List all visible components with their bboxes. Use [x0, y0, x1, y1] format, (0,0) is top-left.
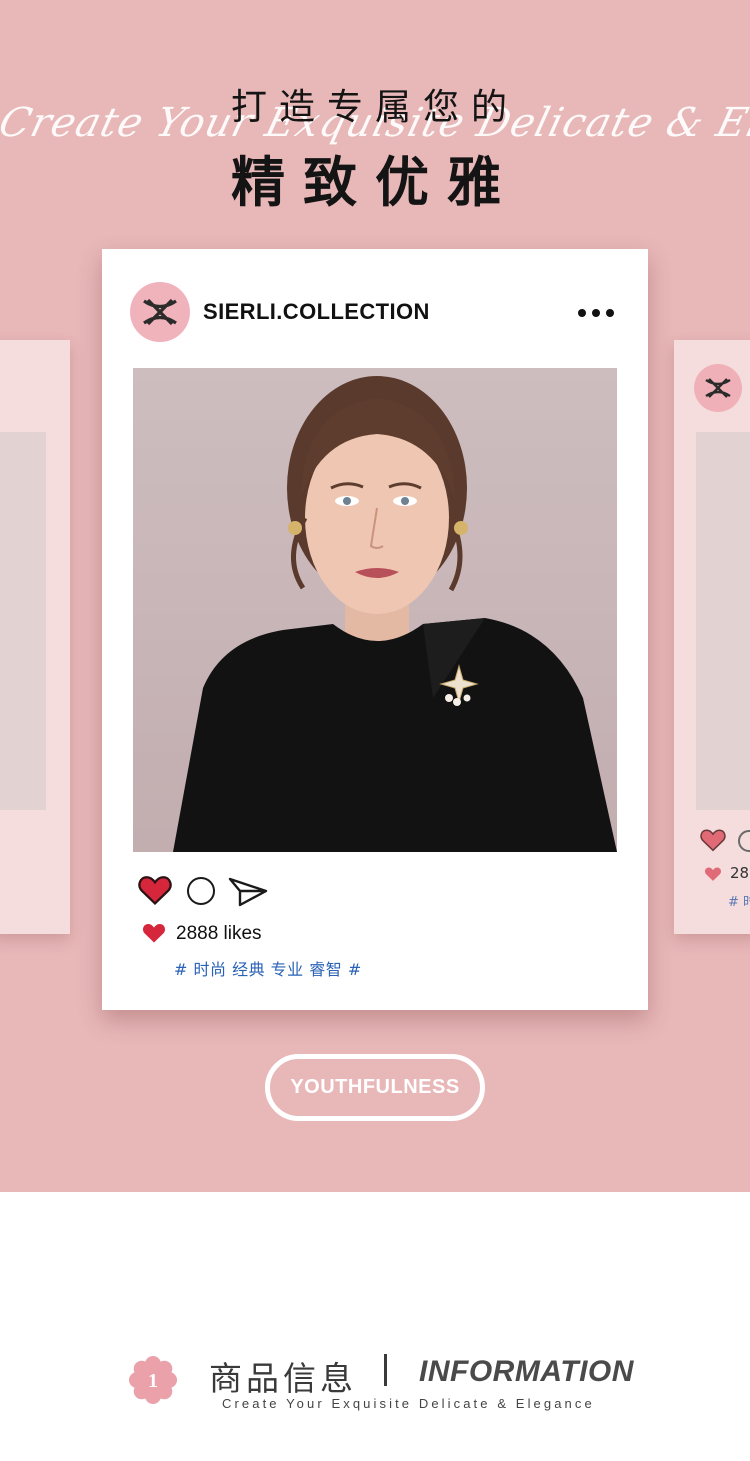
info-divider — [384, 1354, 387, 1386]
info-title-en: INFORMATION — [419, 1355, 634, 1388]
model-portrait-image — [173, 376, 617, 852]
heart-icon — [700, 829, 726, 852]
side-post-likes: 288 — [730, 864, 750, 882]
heart-icon — [142, 924, 166, 943]
hero-section: Create Your Exquisite Delicate & Eleganc… — [0, 0, 750, 1192]
avatar[interactable] — [130, 282, 190, 342]
side-post-hashtags: # 时 — [728, 895, 750, 910]
account-name[interactable]: SIERLI.COLLECTION — [203, 299, 430, 325]
info-title-cn: 商品信息 — [209, 1359, 357, 1398]
brand-monogram-icon — [705, 378, 731, 398]
section-number: 1 — [148, 1370, 158, 1392]
heart-icon — [704, 867, 722, 881]
comment-circle-icon[interactable] — [187, 877, 215, 905]
side-post-photo-placeholder — [0, 432, 46, 810]
ellipsis-icon[interactable] — [576, 307, 616, 319]
hero-title-line2: 精致优雅 — [231, 151, 519, 214]
post-hashtags[interactable]: # 时尚 经典 专业 睿智 # — [174, 956, 362, 980]
post-photo — [133, 368, 617, 852]
likes-count: 2888 likes — [176, 923, 262, 944]
brand-monogram-icon — [143, 298, 177, 326]
paper-plane-icon[interactable] — [228, 876, 268, 908]
youthfulness-badge[interactable]: YOUTHFULNESS — [265, 1054, 485, 1121]
flower-number-icon: 1 — [129, 1356, 177, 1404]
side-post-avatar — [694, 364, 742, 412]
hero-title-line1: 打造专属您的 — [230, 87, 519, 128]
post-card: SIERLI.COLLECTION 2888 likes # 时尚 经典 专业 … — [102, 249, 648, 1010]
comment-circle-icon — [738, 830, 750, 852]
info-subtitle: Create Your Exquisite Delicate & Eleganc… — [222, 1396, 595, 1411]
side-post-card-right: 288 # 时 — [674, 340, 750, 934]
heart-icon[interactable] — [138, 874, 172, 906]
side-post-card-left — [0, 340, 70, 934]
side-post-photo-placeholder — [696, 432, 750, 810]
info-section: 1 商品信息 INFORMATION Create Your Exquisite… — [0, 1192, 750, 1461]
